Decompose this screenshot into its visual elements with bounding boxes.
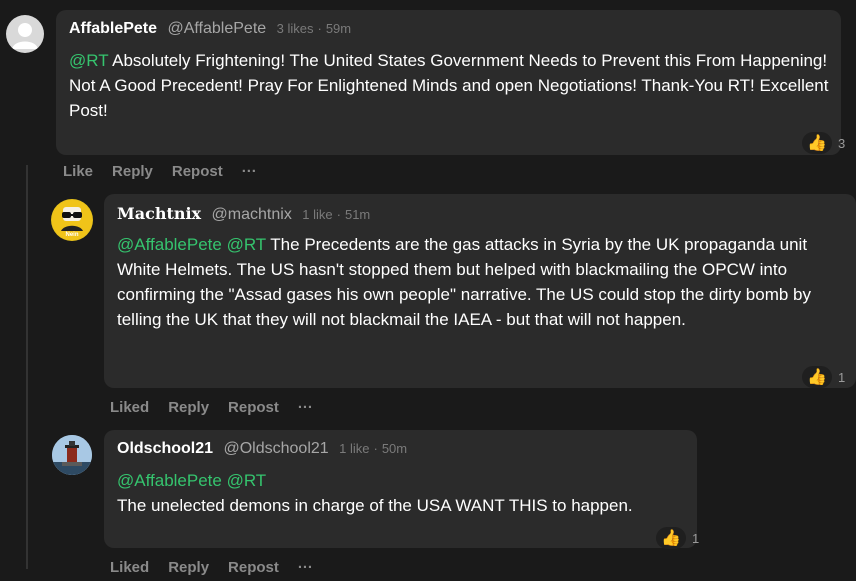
comment-actions: Like Reply Repost ···: [63, 163, 257, 180]
author-handle[interactable]: @AffablePete: [167, 20, 266, 37]
comment-text: @RT Absolutely Frightening! The United S…: [69, 48, 829, 123]
more-options-button[interactable]: ···: [298, 559, 313, 576]
comment-bubble: Machtnix @machtnix 1 like · 51m @AffablePe…: [104, 194, 856, 388]
avatar[interactable]: Nein: [51, 199, 93, 241]
comment-header: Oldschool21 @Oldschool21 1 like · 50m: [117, 440, 407, 458]
separator: ·: [317, 21, 322, 36]
thumbs-up-icon[interactable]: 👍: [802, 132, 832, 154]
comment-text: @AffablePete @RT The unelected demons in…: [117, 468, 687, 518]
reaction[interactable]: 👍 1: [656, 527, 699, 549]
comment-header: AffablePete @AffablePete 3 likes · 59m: [69, 20, 351, 38]
user-silhouette-icon: [12, 23, 38, 49]
comment-bubble: AffablePete @AffablePete 3 likes · 59m @RT…: [56, 10, 841, 155]
author-name[interactable]: Oldschool21: [117, 440, 213, 457]
separator: ·: [373, 441, 378, 456]
like-button[interactable]: Like: [63, 163, 93, 180]
comment-actions: Liked Reply Repost ···: [110, 559, 313, 576]
more-options-button[interactable]: ···: [298, 399, 313, 416]
author-handle[interactable]: @machtnix: [212, 206, 292, 223]
author-name[interactable]: Machtnix: [117, 204, 201, 223]
reaction-count: 3: [838, 135, 846, 151]
like-button[interactable]: Liked: [110, 559, 149, 576]
like-count: 3 likes: [276, 21, 314, 36]
reaction-count: 1: [838, 369, 846, 385]
comment-actions: Liked Reply Repost ···: [110, 399, 313, 416]
thread-line: [26, 165, 28, 569]
mention-link[interactable]: @AffablePete @RT: [117, 468, 687, 493]
avatar[interactable]: [6, 15, 44, 53]
comment-bubble: Oldschool21 @Oldschool21 1 like · 50m @Aff…: [104, 430, 697, 548]
repost-button[interactable]: Repost: [228, 559, 279, 576]
mention-link[interactable]: @AffablePete @RT: [117, 235, 266, 254]
reaction[interactable]: 👍 1: [802, 366, 845, 388]
repost-button[interactable]: Repost: [172, 163, 223, 180]
separator: ·: [336, 207, 341, 222]
like-count: 1 like: [302, 207, 333, 222]
repost-button[interactable]: Repost: [228, 399, 279, 416]
comment-header: Machtnix @machtnix 1 like · 51m: [117, 204, 370, 224]
timestamp: 50m: [381, 441, 408, 456]
comment-body: The unelected demons in charge of the US…: [117, 496, 633, 515]
thumbs-up-icon[interactable]: 👍: [802, 366, 832, 388]
comment-text: @AffablePete @RT The Precedents are the …: [117, 232, 842, 332]
reaction[interactable]: 👍 3: [802, 132, 845, 154]
comment-body: Absolutely Frightening! The United State…: [69, 51, 829, 120]
reply-button[interactable]: Reply: [112, 163, 153, 180]
reply-button[interactable]: Reply: [168, 399, 209, 416]
avatar[interactable]: [52, 435, 92, 475]
thumbs-up-icon[interactable]: 👍: [656, 527, 686, 549]
like-count: 1 like: [339, 441, 370, 456]
lighthouse-icon: [52, 435, 92, 475]
reply-button[interactable]: Reply: [168, 559, 209, 576]
more-options-button[interactable]: ···: [242, 163, 257, 180]
like-button[interactable]: Liked: [110, 399, 149, 416]
timestamp: 59m: [325, 21, 352, 36]
author-name[interactable]: AffablePete: [69, 20, 157, 37]
reaction-count: 1: [692, 530, 700, 546]
timestamp: 51m: [344, 207, 371, 222]
author-handle[interactable]: @Oldschool21: [223, 440, 328, 457]
avatar-caption: Nein: [65, 232, 79, 238]
mention-link[interactable]: @RT: [69, 51, 108, 70]
